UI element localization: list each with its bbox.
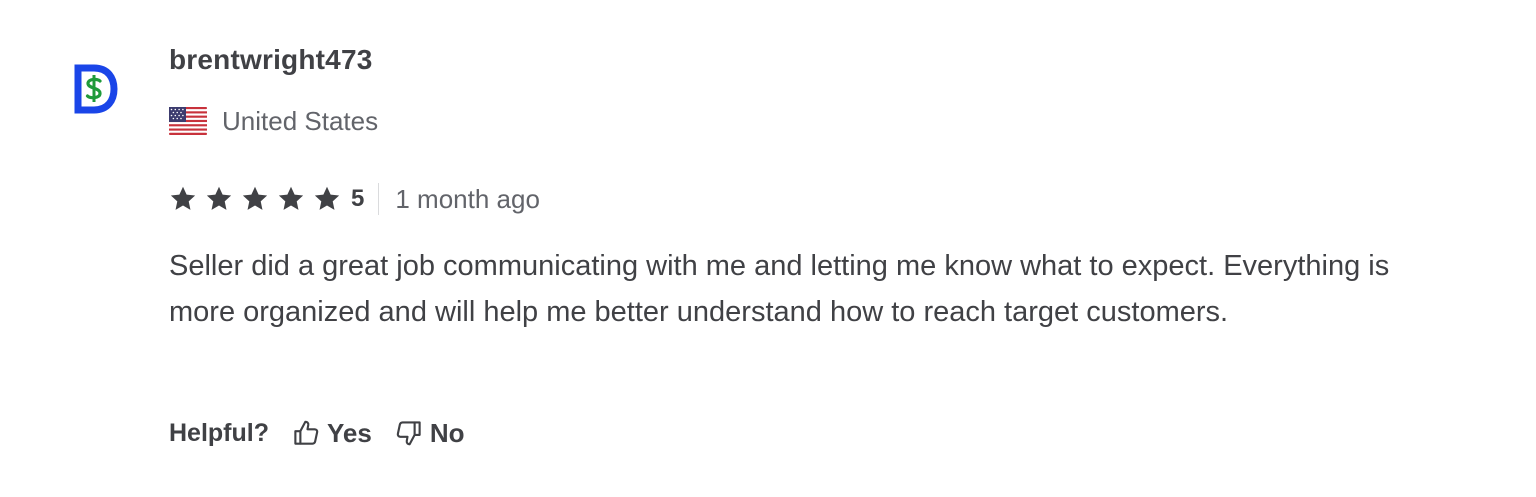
dollar-d-logo-icon xyxy=(74,64,118,114)
rating-value: 5 xyxy=(351,185,365,212)
reviewer-country: United States xyxy=(169,104,378,138)
reviewer-username[interactable]: brentwright473 xyxy=(169,44,373,76)
divider xyxy=(378,183,380,215)
star-icon xyxy=(242,186,268,210)
helpful-no-button[interactable]: No xyxy=(394,418,465,449)
star-icon xyxy=(278,186,304,210)
review-timestamp: 1 month ago xyxy=(395,183,540,214)
rating-row: 5 1 month ago xyxy=(169,180,540,218)
helpful-no-label: No xyxy=(429,417,465,448)
star-icon xyxy=(206,186,232,210)
helpful-yes-button[interactable]: Yes xyxy=(291,418,372,449)
avatar[interactable] xyxy=(74,64,118,114)
thumbs-down-icon xyxy=(396,421,421,446)
helpful-label: Helpful? xyxy=(169,418,269,447)
thumbs-up-icon xyxy=(294,420,319,445)
review-card: brentwright473 United States 5 1 month a… xyxy=(0,0,1536,497)
star-icon xyxy=(314,186,340,210)
us-flag-icon xyxy=(169,107,207,135)
helpful-row: Helpful? Yes No xyxy=(169,414,465,452)
helpful-yes-label: Yes xyxy=(327,417,372,448)
star-rating xyxy=(169,185,341,213)
review-text: Seller did a great job communicating wit… xyxy=(169,250,1390,328)
star-icon xyxy=(170,186,196,210)
country-name: United States xyxy=(222,105,379,136)
